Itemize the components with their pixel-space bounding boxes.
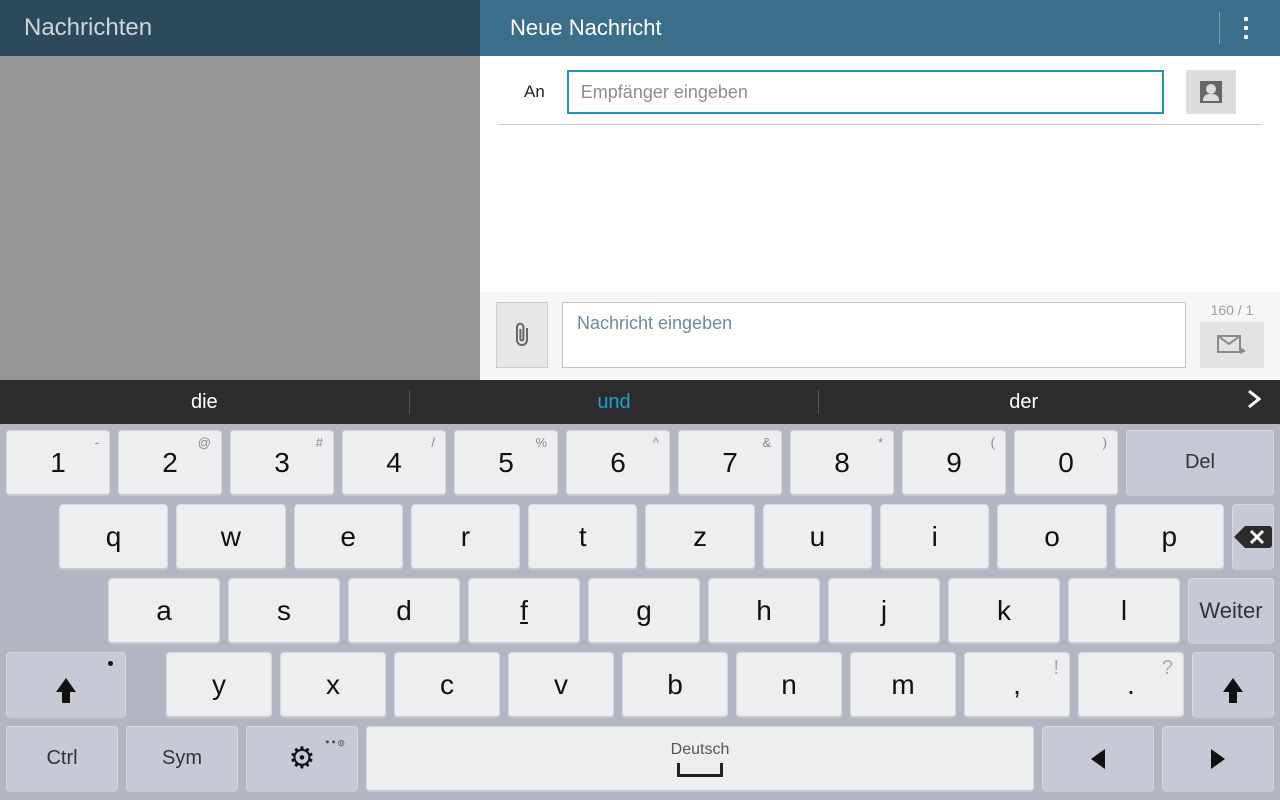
key-4[interactable]: 4/ [342, 430, 446, 496]
key-a[interactable]: a [108, 578, 220, 644]
key-b[interactable]: b [622, 652, 728, 718]
key-period[interactable]: .? [1078, 652, 1184, 718]
overflow-menu-button[interactable] [1226, 0, 1266, 56]
key-n[interactable]: n [736, 652, 842, 718]
key-f[interactable]: f [468, 578, 580, 644]
key-shift-right[interactable] [1192, 652, 1274, 718]
space-icon [677, 763, 723, 777]
key-1[interactable]: 1- [6, 430, 110, 496]
key-arrow-left[interactable] [1042, 726, 1154, 792]
key-i[interactable]: i [880, 504, 989, 570]
messages-header: Nachrichten [0, 0, 480, 56]
key-l[interactable]: l [1068, 578, 1180, 644]
suggestion-bar: die und der [0, 380, 1280, 424]
key-5[interactable]: 5% [454, 430, 558, 496]
key-delete[interactable]: Del [1126, 430, 1274, 496]
paperclip-icon [510, 321, 534, 349]
overflow-menu-icon [1244, 17, 1248, 39]
key-m[interactable]: m [850, 652, 956, 718]
key-c[interactable]: c [394, 652, 500, 718]
key-arrow-right[interactable] [1162, 726, 1274, 792]
shift-icon [56, 678, 76, 692]
key-u[interactable]: u [763, 504, 872, 570]
key-e[interactable]: e [294, 504, 403, 570]
header-separator [1219, 12, 1220, 44]
key-space[interactable]: Deutsch [366, 726, 1034, 792]
key-9[interactable]: 9( [902, 430, 1006, 496]
key-8[interactable]: 8* [790, 430, 894, 496]
key-t[interactable]: t [528, 504, 637, 570]
key-q[interactable]: q [59, 504, 168, 570]
recipient-row: An [498, 56, 1262, 125]
key-w[interactable]: w [176, 504, 285, 570]
keyboard-language-label: Deutsch [671, 741, 730, 759]
shift-icon [1223, 678, 1243, 692]
key-v[interactable]: v [508, 652, 614, 718]
new-message-header: Neue Nachricht [480, 0, 1280, 56]
compose-pane: An 160 / 1 [480, 56, 1280, 380]
gear-icon: ⚙ [289, 741, 316, 776]
keyboard: 1- 2@ 3# 4/ 5% 6^ 7& 8* 9( 0) Del q w e … [0, 424, 1280, 800]
key-x[interactable]: x [280, 652, 386, 718]
compose-body-area [480, 125, 1280, 292]
key-p[interactable]: p [1115, 504, 1224, 570]
key-2[interactable]: 2@ [118, 430, 222, 496]
suggestion-2[interactable]: und [410, 391, 819, 414]
key-r[interactable]: r [411, 504, 520, 570]
chevron-right-icon [1247, 389, 1261, 409]
key-ctrl[interactable]: Ctrl [6, 726, 118, 792]
key-shift-left[interactable] [6, 652, 126, 718]
to-label: An [524, 82, 545, 102]
key-z[interactable]: z [645, 504, 754, 570]
suggestion-expand-button[interactable] [1228, 389, 1280, 415]
pick-contact-button[interactable] [1186, 70, 1236, 114]
send-button[interactable] [1200, 322, 1264, 368]
char-counter: 160 / 1 [1211, 302, 1254, 318]
message-input[interactable] [562, 302, 1186, 368]
backspace-icon [1233, 524, 1273, 550]
contact-icon [1200, 81, 1222, 103]
key-3[interactable]: 3# [230, 430, 334, 496]
conversation-list-pane [0, 56, 480, 380]
suggestion-3[interactable]: der [819, 391, 1228, 414]
key-6[interactable]: 6^ [566, 430, 670, 496]
send-icon [1217, 335, 1247, 355]
arrow-left-icon [1091, 749, 1105, 769]
new-message-title: Neue Nachricht [510, 15, 662, 41]
key-comma[interactable]: ,! [964, 652, 1070, 718]
key-o[interactable]: o [997, 504, 1106, 570]
key-d[interactable]: d [348, 578, 460, 644]
key-j[interactable]: j [828, 578, 940, 644]
key-s[interactable]: s [228, 578, 340, 644]
arrow-right-icon [1211, 749, 1225, 769]
key-y[interactable]: y [166, 652, 272, 718]
key-settings[interactable]: ⚙••๏ [246, 726, 358, 792]
key-enter[interactable]: Weiter [1188, 578, 1274, 644]
suggestion-1[interactable]: die [0, 391, 409, 414]
key-backspace[interactable] [1232, 504, 1274, 570]
key-h[interactable]: h [708, 578, 820, 644]
key-k[interactable]: k [948, 578, 1060, 644]
recipient-input[interactable] [567, 70, 1164, 114]
key-7[interactable]: 7& [678, 430, 782, 496]
key-g[interactable]: g [588, 578, 700, 644]
key-sym[interactable]: Sym [126, 726, 238, 792]
compose-input-row: 160 / 1 [480, 292, 1280, 380]
key-0[interactable]: 0) [1014, 430, 1118, 496]
attach-button[interactable] [496, 302, 548, 368]
